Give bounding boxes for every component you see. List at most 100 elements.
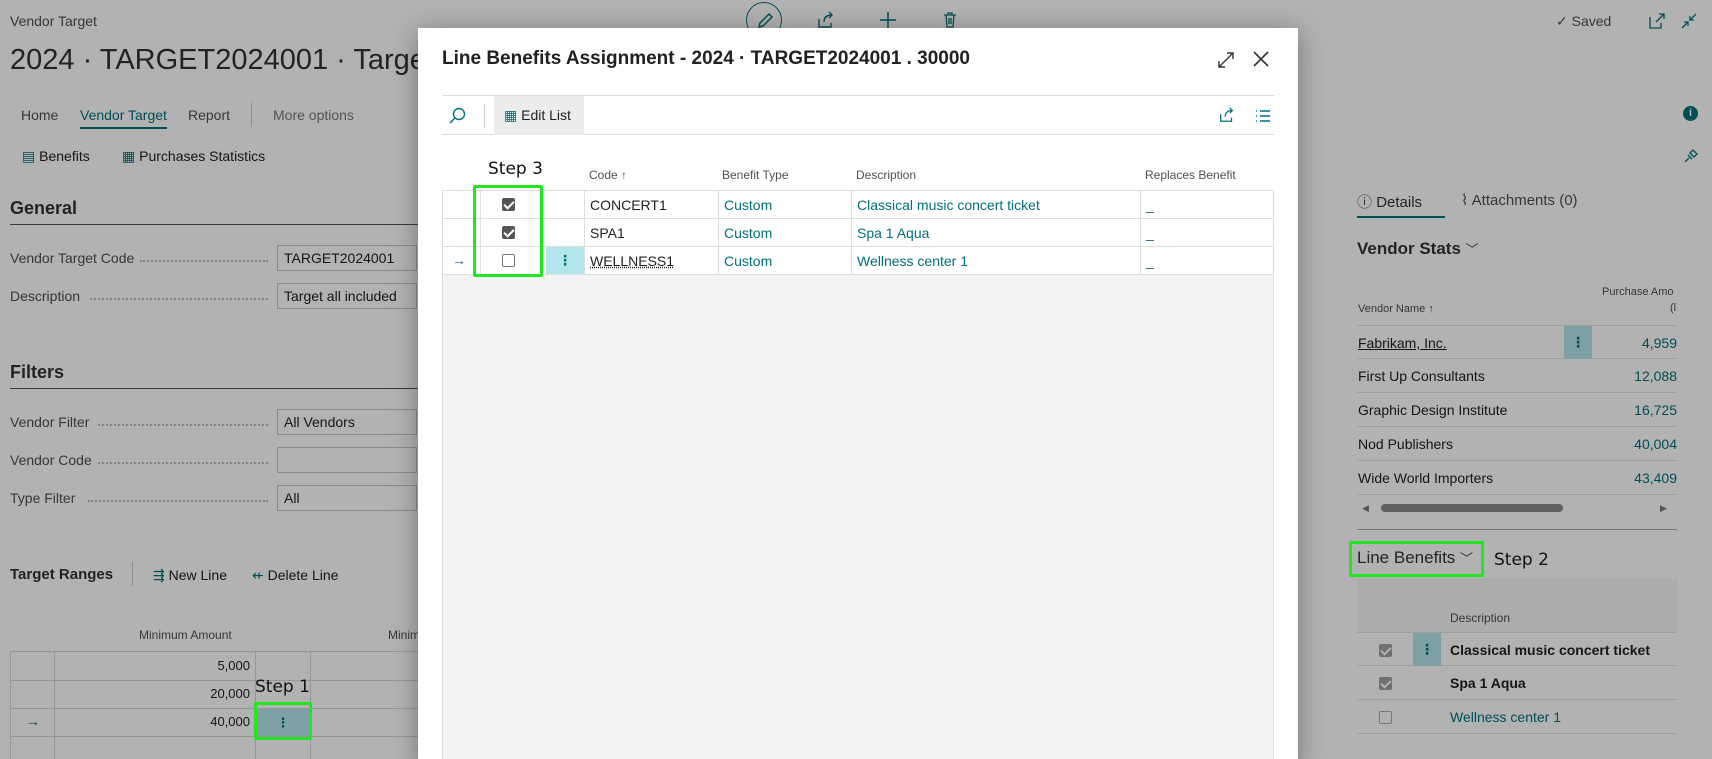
tab-details[interactable]: ⓘ Details (1357, 191, 1422, 212)
col-code[interactable]: Code ↑ (589, 168, 627, 182)
vendor-target-code-label: Vendor Target Code (10, 250, 135, 266)
close-icon (1253, 51, 1269, 67)
more-vertical-icon[interactable]: ⋮ (1564, 326, 1592, 359)
tab-details-underline (1357, 216, 1445, 218)
list-view-icon (1256, 110, 1270, 122)
vendor-stats-heading[interactable]: Vendor Stats ﹀ (1357, 239, 1479, 259)
arrow-right-icon: → (26, 713, 40, 729)
paperclip-icon: ⌇ (1461, 192, 1469, 209)
info-icon[interactable]: i (1683, 106, 1698, 121)
open-new-icon (1649, 13, 1665, 29)
breadcrumb: Vendor Target (10, 13, 97, 29)
step3-highlight (473, 185, 543, 277)
vendor-row[interactable]: First Up Consultants 12,088 (1357, 359, 1677, 393)
benefits-action[interactable]: ▤ Benefits (22, 148, 90, 165)
collapse-button[interactable] (1680, 12, 1698, 30)
vendor-target-code-input[interactable]: TARGET2024001 (277, 245, 417, 271)
line-benefit-row[interactable]: Spa 1 Aqua (1357, 666, 1677, 700)
search-icon (449, 107, 466, 124)
nav-more-options[interactable]: More options (273, 107, 354, 123)
purchases-statistics-action[interactable]: ▦ Purchases Statistics (122, 148, 265, 165)
share-icon (818, 11, 833, 28)
edit-list-icon: ▦ (504, 107, 518, 123)
col-description: Description (1450, 611, 1511, 625)
delete-button[interactable] (940, 10, 960, 30)
benefit-row[interactable]: → ⋮ WELLNESS1 Custom Wellness center 1 _ (442, 247, 1274, 275)
more-vertical-icon[interactable]: ⋮ (546, 247, 584, 274)
step2-highlight (1349, 541, 1484, 577)
nav-home[interactable]: Home (21, 107, 58, 123)
nav-report[interactable]: Report (188, 107, 230, 123)
step1-label: Step 1 (255, 677, 310, 697)
tab-attachments[interactable]: ⌇ Attachments (0) (1461, 191, 1578, 209)
vendor-code-label: Vendor Code (10, 452, 92, 468)
benefit-row[interactable]: SPA1 Custom Spa 1 Aqua _ (442, 219, 1274, 247)
col-benefit-type[interactable]: Benefit Type (722, 168, 789, 182)
col-description[interactable]: Description (856, 168, 916, 182)
share-button[interactable] (816, 10, 836, 30)
type-filter-label: Type Filter (10, 490, 76, 506)
general-divider (10, 224, 418, 225)
new-line-action[interactable]: ⇶ New Line (153, 567, 227, 584)
vendor-filter-input[interactable]: All Vendors (277, 409, 417, 435)
vendor-row[interactable]: Nod Publishers 40,004 (1357, 427, 1677, 461)
page-title: 2024 · TARGET2024001 · Target a (10, 44, 459, 76)
step3-label: Step 3 (488, 159, 543, 179)
target-ranges-grid: 5,000 20,000 40,000 → ⋮ (10, 651, 418, 759)
step1-highlight (254, 702, 312, 740)
col-purchase-amount: Purchase Amo (1602, 286, 1674, 298)
nav-divider (251, 103, 252, 127)
line-benefit-checkbox[interactable] (1379, 677, 1392, 690)
filters-heading: Filters (10, 362, 65, 382)
col-vendor-name: Vendor Name ↑ (1358, 303, 1434, 315)
expand-button[interactable] (1216, 50, 1236, 70)
description-input[interactable]: Target all included (277, 283, 417, 309)
list-view-button[interactable] (1254, 107, 1272, 125)
arrow-right-icon: → (452, 252, 466, 268)
delete-line-icon: ⇷ (252, 567, 264, 583)
line-benefit-row[interactable]: ⋮ Classical music concert ticket (1357, 632, 1677, 666)
plus-icon (880, 12, 896, 28)
line-benefit-checkbox[interactable] (1379, 711, 1392, 724)
nav-vendor-target[interactable]: Vendor Target (80, 107, 167, 129)
trash-icon (944, 12, 956, 28)
target-ranges-heading: Target Ranges (10, 566, 114, 583)
delete-line-action[interactable]: ⇷ Delete Line (252, 567, 338, 584)
horizontal-scrollbar[interactable] (1381, 504, 1563, 512)
vendor-code-input[interactable] (277, 447, 417, 473)
scroll-left-icon[interactable]: ◀ (1362, 503, 1369, 514)
close-button[interactable] (1250, 48, 1272, 70)
description-label: Description (10, 288, 81, 304)
more-vertical-icon[interactable]: ⋮ (1413, 633, 1441, 666)
filters-divider (10, 388, 418, 389)
pin-icon (1684, 149, 1698, 163)
share-button[interactable] (1218, 106, 1236, 124)
edit-list-button[interactable]: ▦ Edit List (494, 96, 584, 135)
saved-status: ✓ Saved (1556, 13, 1612, 29)
vendor-row[interactable]: Fabrikam, Inc. ⋮ 4,959 (1357, 325, 1677, 359)
line-benefit-row[interactable]: Wellness center 1 (1357, 700, 1677, 734)
col-minim: Minim (388, 628, 420, 642)
share-icon (1220, 107, 1234, 122)
range-row-1-amount[interactable]: 5,000 (180, 658, 250, 673)
new-button[interactable] (878, 10, 898, 30)
vendor-row[interactable]: Graphic Design Institute 16,725 (1357, 393, 1677, 427)
line-benefit-checkbox[interactable] (1379, 644, 1392, 657)
pin-button[interactable] (1683, 148, 1699, 164)
col-minimum-amount: Minimum Amount (139, 628, 232, 642)
line-benefits-assignment-dialog: Line Benefits Assignment - 2024 · TARGET… (418, 28, 1298, 759)
range-row-2-amount[interactable]: 20,000 (180, 686, 250, 701)
type-filter-input[interactable]: All (277, 485, 417, 511)
open-new-window-button[interactable] (1648, 12, 1666, 30)
new-line-icon: ⇶ (153, 567, 165, 583)
col-replaces-benefit[interactable]: Replaces Benefit (1145, 168, 1236, 182)
vendor-row[interactable]: Wide World Importers 43,409 (1357, 461, 1677, 495)
info-outline-icon: ⓘ (1357, 194, 1373, 211)
scroll-right-icon[interactable]: ▶ (1660, 503, 1667, 514)
benefit-row[interactable]: CONCERT1 Custom Classical music concert … (442, 191, 1274, 219)
range-row-3-amount[interactable]: 40,000 (180, 714, 250, 729)
step2-label: Step 2 (1494, 550, 1549, 570)
search-button[interactable] (448, 106, 468, 126)
dialog-toolbar: ▦ Edit List (442, 95, 1274, 135)
collapse-icon (1681, 13, 1697, 29)
